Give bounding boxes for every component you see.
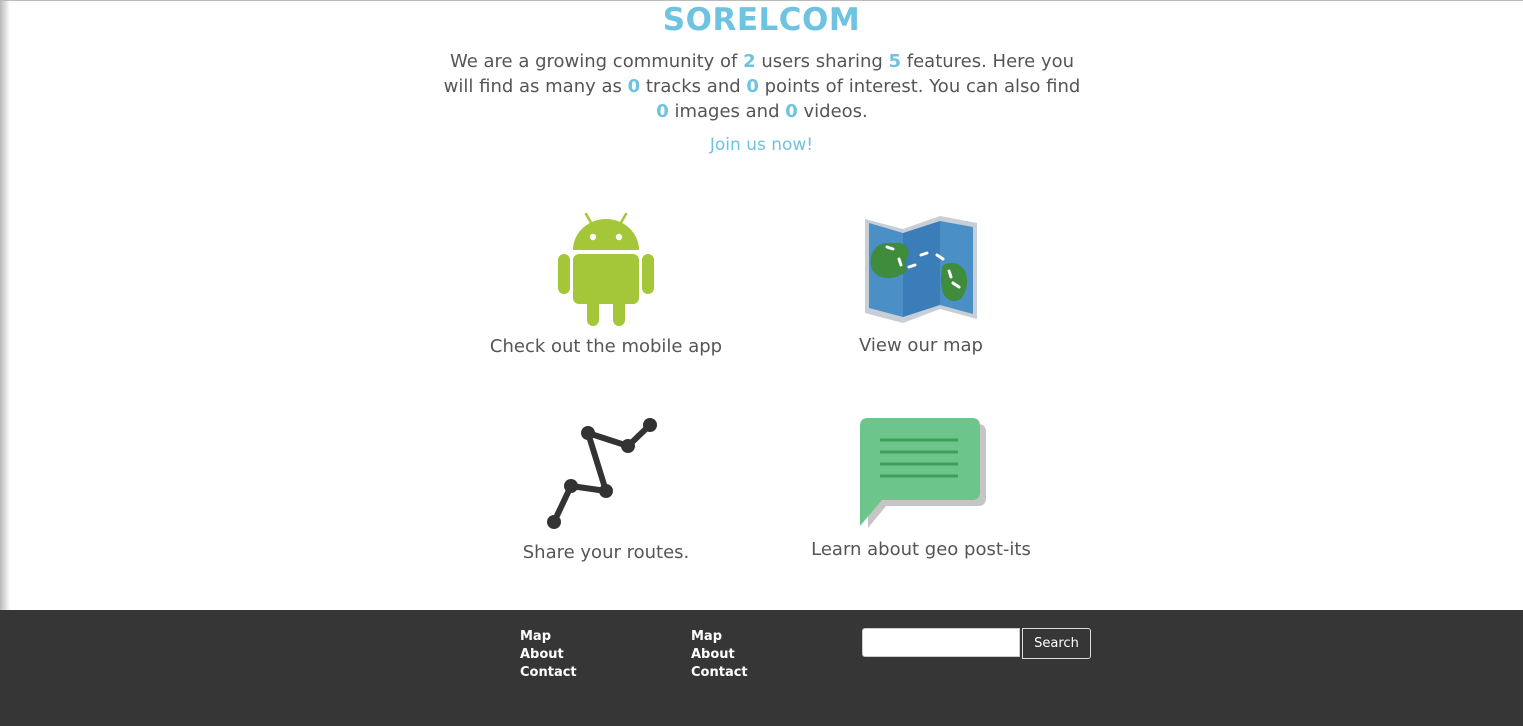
intro-text-part: points of interest. You can also find [758,76,1081,97]
left-edge-shadow [0,0,10,610]
pois-count: 0 [746,76,759,97]
routes-label: Share your routes. [522,542,690,563]
tracks-count: 0 [627,76,641,97]
footer-link-map[interactable]: Map [520,628,577,646]
postits-label: Learn about geo post-its [811,539,1031,560]
intro-text-part: videos. [797,101,868,122]
search-input[interactable] [862,628,1020,657]
intro-text-part: We are a growing community of [449,51,744,72]
footer-link-about[interactable]: About [691,646,748,664]
intro-text: We are a growing community of 2 users sh… [441,49,1083,124]
intro-text-part: images and [668,101,786,122]
routes-card[interactable]: Share your routes. [456,414,756,563]
map-icon [865,216,977,323]
footer-link-about[interactable]: About [520,646,577,664]
footer: Map About Contact Map About Contact Sear… [0,610,1523,726]
footer-link-map[interactable]: Map [691,628,748,646]
map-card[interactable]: View our map [771,213,1071,356]
images-count: 0 [656,101,669,122]
mobile-app-card[interactable]: Check out the mobile app [456,210,756,357]
footer-links-col-2: Map About Contact [691,628,748,682]
join-link[interactable]: Join us now! [0,135,1523,155]
route-icon [547,418,657,529]
videos-count: 0 [785,101,798,122]
footer-link-contact[interactable]: Contact [520,664,577,682]
search-button[interactable]: Search [1022,628,1091,659]
intro-text-part: tracks and [640,76,747,97]
users-count: 2 [743,51,756,72]
mobile-app-label: Check out the mobile app [489,336,723,357]
speech-bubble-icon [860,418,986,528]
footer-links-col-1: Map About Contact [520,628,577,682]
footer-link-contact[interactable]: Contact [691,664,748,682]
map-label: View our map [859,335,983,356]
intro-text-part: users sharing [755,51,889,72]
site-title[interactable]: SORELCOM [0,2,1523,38]
android-icon [558,212,654,326]
features-count: 5 [888,51,902,72]
postits-card[interactable]: Learn about geo post-its [771,416,1071,560]
top-border [0,0,1523,1]
